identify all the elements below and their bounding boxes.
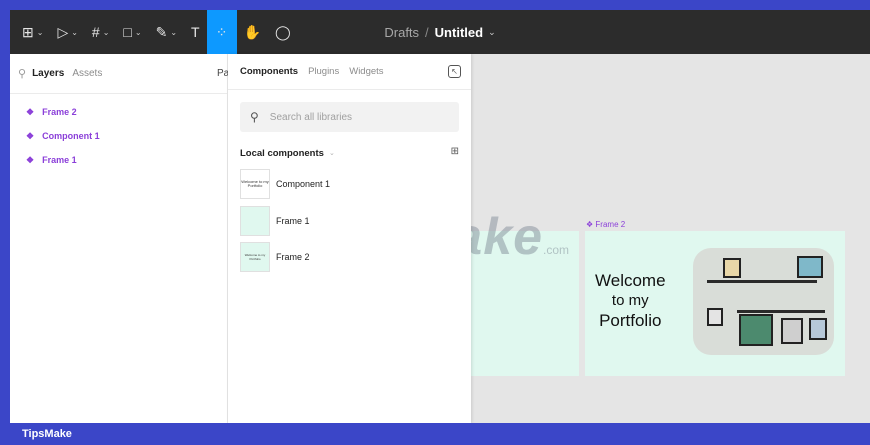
rectangle-icon: □ — [123, 24, 132, 40]
component-icon: ❖ — [26, 106, 35, 117]
text-tool-button[interactable]: T — [184, 10, 207, 54]
collapse-panel-icon[interactable]: ↖ — [448, 65, 461, 78]
pen-tool-button[interactable]: ✎ ⌄ — [149, 10, 184, 54]
component-icon: ❖ — [586, 220, 594, 229]
figma-menu-icon: ⊞ — [22, 23, 34, 40]
components-panel-tabs: Components Plugins Widgets ↖ — [228, 54, 471, 90]
hand-icon: ✋ — [243, 23, 262, 40]
chevron-down-icon[interactable]: ⌄ — [488, 27, 496, 38]
watermark-suffix: .com — [543, 243, 570, 257]
frame-picture — [739, 314, 773, 346]
layer-label: Component 1 — [42, 131, 100, 141]
component-thumbnail — [240, 206, 270, 236]
local-components-label: Local components — [240, 147, 324, 159]
search-icon[interactable]: ⚲ — [18, 67, 26, 80]
portfolio-collage-image — [693, 248, 834, 355]
footer-bar: TipsMake — [0, 423, 870, 445]
search-icon: ⚲ — [250, 110, 259, 124]
chevron-down-icon: ⌄ — [170, 27, 178, 37]
pen-icon: ✎ — [155, 23, 168, 40]
layer-label: Frame 1 — [42, 155, 77, 165]
frame-label-text: Frame 2 — [595, 220, 626, 229]
chevron-down-icon: ⌄ — [102, 27, 110, 37]
frame-2-canvas-label[interactable]: ❖ Frame 2 — [586, 220, 625, 229]
components-panel: Components Plugins Widgets ↖ ⚲ Search al… — [228, 54, 471, 423]
left-panel-tabs: ⚲ Layers Assets Pa — [10, 54, 229, 94]
layer-item-frame-2[interactable]: ❖ Frame 2 — [10, 100, 227, 124]
resources-icon: ⁘ — [215, 23, 228, 40]
toolbar: ⊞ ⌄ ▷ ⌄ # ⌄ □ ⌄ ✎ ⌄ T ⁘ ✋ ◯ Drafts / Unt… — [10, 10, 870, 54]
local-components-heading[interactable]: Local components ⌄ ⊞ — [240, 146, 459, 160]
frame-tool-button[interactable]: # ⌄ — [85, 10, 117, 54]
component-label: Frame 1 — [276, 216, 310, 226]
move-tool-button[interactable]: ▷ ⌄ — [50, 10, 84, 54]
frame-picture — [797, 256, 823, 278]
figma-app: ⊞ ⌄ ▷ ⌄ # ⌄ □ ⌄ ✎ ⌄ T ⁘ ✋ ◯ Drafts / Unt… — [10, 10, 870, 423]
component-icon: ❖ — [26, 130, 35, 141]
file-name[interactable]: Untitled — [435, 25, 483, 40]
frame-icon: # — [91, 24, 100, 40]
tab-layers[interactable]: Layers — [32, 68, 64, 79]
text-icon: T — [191, 24, 200, 40]
tab-plugins[interactable]: Plugins — [308, 66, 339, 77]
breadcrumb-separator: / — [425, 24, 429, 40]
grid-view-icon[interactable]: ⊞ — [451, 146, 459, 157]
chevron-down-icon: ⌄ — [134, 27, 142, 37]
resources-button[interactable]: ⁘ — [206, 10, 237, 54]
search-placeholder: Search all libraries — [269, 111, 353, 123]
component-icon: ❖ — [26, 154, 35, 165]
footer-brand: TipsMake — [22, 428, 72, 440]
chevron-down-icon: ⌄ — [36, 27, 44, 37]
frame-picture — [723, 258, 741, 278]
tab-widgets[interactable]: Widgets — [349, 66, 383, 77]
comment-icon: ◯ — [275, 23, 291, 40]
component-item-frame-2[interactable]: Welcome to my Portfolio Frame 2 — [240, 241, 459, 273]
component-label: Component 1 — [276, 179, 331, 189]
component-thumbnail: Welcome to my Portfolio — [240, 242, 270, 272]
welcome-line-2: to my — [611, 292, 649, 309]
drafts-link[interactable]: Drafts — [384, 25, 419, 40]
move-icon: ▷ — [57, 23, 69, 40]
main-menu-button[interactable]: ⊞ ⌄ — [10, 10, 50, 54]
shelf-shape — [707, 280, 817, 283]
frame-2-canvas[interactable]: Welcome to my Portfolio — [585, 231, 845, 376]
component-thumbnail: Welcome to my Portfolio — [240, 169, 270, 199]
shape-tool-button[interactable]: □ ⌄ — [116, 10, 148, 54]
tab-components[interactable]: Components — [240, 66, 298, 77]
library-search-input[interactable]: ⚲ Search all libraries — [240, 102, 459, 132]
welcome-line-3: Portfolio — [599, 311, 662, 330]
frame-picture — [781, 318, 803, 344]
welcome-line-1: Welcome — [595, 271, 666, 290]
tab-assets[interactable]: Assets — [72, 68, 102, 79]
layer-item-frame-1[interactable]: ❖ Frame 1 — [10, 148, 227, 172]
frame-picture — [809, 318, 827, 340]
component-item-frame-1[interactable]: Frame 1 — [240, 205, 459, 237]
component-label: Frame 2 — [276, 252, 310, 262]
comment-tool-button[interactable]: ◯ — [268, 10, 298, 54]
layer-label: Frame 2 — [42, 107, 77, 117]
chevron-down-icon: ⌄ — [328, 150, 335, 157]
hand-tool-button[interactable]: ✋ — [237, 10, 268, 54]
layers-panel: ⚲ Layers Assets Pa ❖ Frame 2 ❖ Component… — [10, 54, 229, 423]
component-item-component-1[interactable]: Welcome to my Portfolio Component 1 — [240, 168, 459, 200]
frame-picture — [707, 308, 723, 326]
welcome-heading: Welcome to my Portfolio — [595, 271, 666, 331]
shelf-shape — [737, 310, 825, 313]
layer-item-component-1[interactable]: ❖ Component 1 — [10, 124, 227, 148]
chevron-down-icon: ⌄ — [71, 27, 78, 37]
